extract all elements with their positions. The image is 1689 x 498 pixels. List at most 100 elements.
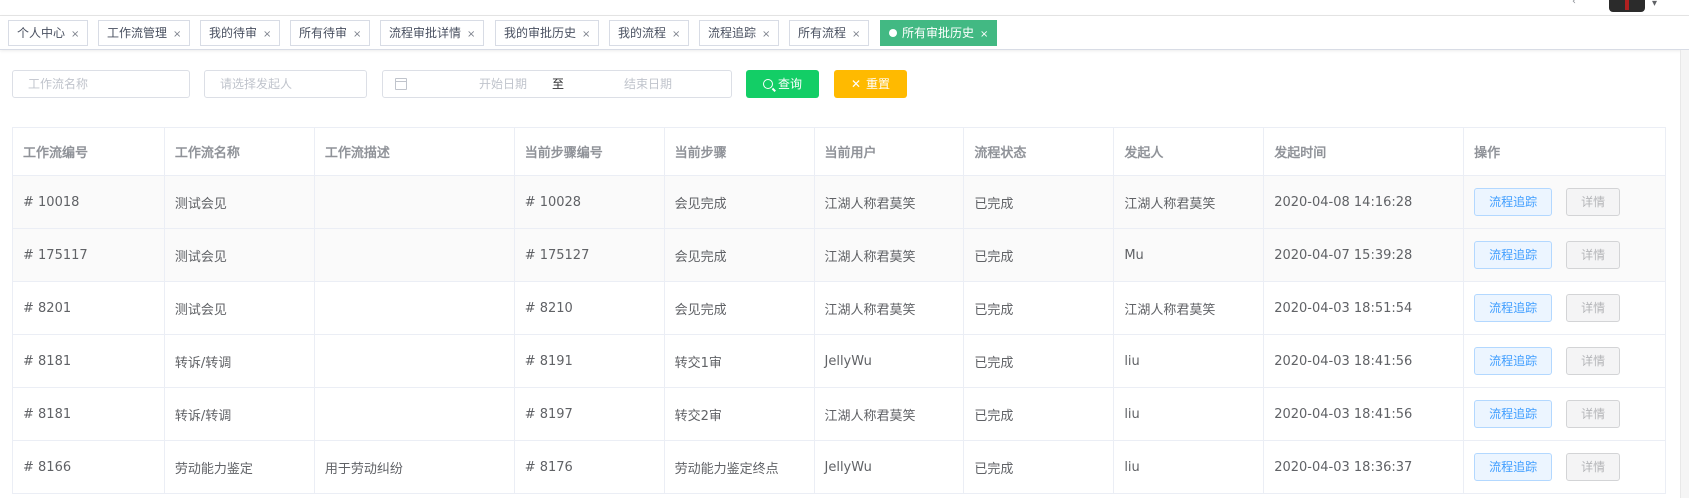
tag-label: 所有待审 bbox=[299, 26, 348, 40]
current-user-cell: 江湖人称君莫笑 bbox=[815, 388, 965, 440]
tag-label: 我的待审 bbox=[209, 26, 258, 40]
tag-label: 流程审批详情 bbox=[389, 26, 462, 40]
close-icon[interactable]: × bbox=[852, 23, 860, 47]
workflow-id-cell: # 8166 bbox=[13, 441, 165, 493]
column-header[interactable]: 工作流名称 bbox=[165, 128, 315, 175]
table-row[interactable]: # 175117 测试会见 # 175127 会见完成 江湖人称君莫笑 已完成 … bbox=[13, 229, 1666, 282]
column-header: 操作 bbox=[1464, 128, 1666, 175]
end-date-input[interactable]: 结束日期 bbox=[598, 71, 698, 97]
close-icon[interactable]: × bbox=[467, 23, 475, 47]
tag-all-pending[interactable]: 所有待审 × bbox=[290, 20, 371, 47]
close-icon[interactable]: × bbox=[353, 23, 361, 47]
navbar: ‹ ▾ bbox=[0, 0, 1689, 16]
tag-personal-center[interactable]: 个人中心 × bbox=[8, 20, 89, 47]
table-row[interactable]: # 8181 转诉/转调 # 8191 转交1审 JellyWu 已完成 liu… bbox=[13, 335, 1666, 388]
step-cell: 会见完成 bbox=[665, 176, 815, 228]
avatar[interactable] bbox=[1609, 0, 1645, 12]
actions-cell: 流程追踪 详情 bbox=[1464, 282, 1666, 334]
column-header[interactable]: 流程状态 bbox=[964, 128, 1115, 175]
step-cell: 会见完成 bbox=[665, 282, 815, 334]
tag-label: 所有流程 bbox=[798, 26, 847, 40]
column-header[interactable]: 发起时间 bbox=[1264, 128, 1465, 175]
workflow-name-cell: 测试会见 bbox=[165, 176, 315, 228]
workflow-id-cell: # 8181 bbox=[13, 388, 165, 440]
tags-view: 个人中心 × 工作流管理 × 我的待审 × 所有待审 × 流程审批详情 × 我的审批历史 ×… bbox=[0, 16, 1689, 50]
step-cell: 会见完成 bbox=[665, 229, 815, 281]
chevron-left-icon: ‹ bbox=[1572, 0, 1576, 7]
workflow-name-cell: 测试会见 bbox=[165, 282, 315, 334]
step-id-cell: # 175127 bbox=[515, 229, 665, 281]
current-user-cell: 江湖人称君莫笑 bbox=[815, 229, 965, 281]
approval-history-table: 工作流编号 工作流名称 工作流描述 当前步骤编号 当前步骤 当前用户 流程状态 … bbox=[12, 127, 1666, 494]
column-header[interactable]: 工作流描述 bbox=[315, 128, 515, 175]
tag-all-approval-history[interactable]: 所有审批历史 × bbox=[880, 20, 998, 47]
initiator-cell: liu bbox=[1114, 441, 1265, 493]
column-header[interactable]: 工作流编号 bbox=[13, 128, 165, 175]
close-icon[interactable]: × bbox=[582, 23, 590, 47]
detail-button[interactable]: 详情 bbox=[1566, 347, 1621, 375]
close-icon[interactable]: × bbox=[762, 23, 770, 47]
process-track-button[interactable]: 流程追踪 bbox=[1474, 241, 1553, 269]
column-header[interactable]: 当前步骤编号 bbox=[515, 128, 665, 175]
workflow-name-input[interactable]: 工作流名称 bbox=[12, 70, 190, 98]
tag-my-pending[interactable]: 我的待审 × bbox=[200, 20, 281, 47]
current-user-cell: JellyWu bbox=[815, 335, 965, 387]
detail-button[interactable]: 详情 bbox=[1566, 188, 1621, 216]
workflow-id-cell: # 175117 bbox=[13, 229, 165, 281]
status-cell: 已完成 bbox=[964, 229, 1115, 281]
reset-button[interactable]: ✕ 重置 bbox=[834, 70, 907, 98]
column-header[interactable]: 当前用户 bbox=[815, 128, 965, 175]
table-row[interactable]: # 8166 劳动能力鉴定 用于劳动纠纷 # 8176 劳动能力鉴定终点 Jel… bbox=[13, 441, 1666, 494]
tag-my-process[interactable]: 我的流程 × bbox=[609, 20, 690, 47]
process-track-button[interactable]: 流程追踪 bbox=[1474, 453, 1553, 481]
initiator-cell: liu bbox=[1114, 335, 1265, 387]
process-track-button[interactable]: 流程追踪 bbox=[1474, 294, 1553, 322]
initiator-cell: liu bbox=[1114, 388, 1265, 440]
workflow-name-cell: 转诉/转调 bbox=[165, 335, 315, 387]
process-track-button[interactable]: 流程追踪 bbox=[1474, 347, 1553, 375]
workflow-name-placeholder: 工作流名称 bbox=[28, 77, 89, 91]
table-row[interactable]: # 8181 转诉/转调 # 8197 转交2审 江湖人称君莫笑 已完成 liu… bbox=[13, 388, 1666, 441]
step-id-cell: # 8197 bbox=[515, 388, 665, 440]
initiator-cell: 江湖人称君莫笑 bbox=[1114, 282, 1265, 334]
search-button[interactable]: 查询 bbox=[746, 70, 819, 98]
tag-workflow-management[interactable]: 工作流管理 × bbox=[98, 20, 191, 47]
close-icon[interactable]: × bbox=[980, 23, 988, 47]
workflow-id-cell: # 8181 bbox=[13, 335, 165, 387]
detail-button[interactable]: 详情 bbox=[1566, 400, 1621, 428]
actions-cell: 流程追踪 详情 bbox=[1464, 229, 1666, 281]
tag-process-tracking[interactable]: 流程追踪 × bbox=[699, 20, 780, 47]
tag-my-approval-history[interactable]: 我的审批历史 × bbox=[495, 20, 600, 47]
detail-button[interactable]: 详情 bbox=[1566, 453, 1621, 481]
actions-cell: 流程追踪 详情 bbox=[1464, 335, 1666, 387]
workflow-desc-cell bbox=[315, 229, 515, 281]
tag-approval-detail[interactable]: 流程审批详情 × bbox=[380, 20, 485, 47]
start-date-input[interactable]: 开始日期 bbox=[453, 71, 553, 97]
workflow-desc-cell: 用于劳动纠纷 bbox=[315, 441, 515, 493]
vertical-scrollbar[interactable] bbox=[1680, 50, 1689, 498]
status-cell: 已完成 bbox=[964, 176, 1115, 228]
column-header[interactable]: 发起人 bbox=[1114, 128, 1265, 175]
close-icon[interactable]: × bbox=[263, 23, 271, 47]
start-time-cell: 2020-04-03 18:41:56 bbox=[1264, 335, 1465, 387]
start-time-cell: 2020-04-03 18:41:56 bbox=[1264, 388, 1465, 440]
table-row[interactable]: # 8201 测试会见 # 8210 会见完成 江湖人称君莫笑 已完成 江湖人称… bbox=[13, 282, 1666, 335]
detail-button[interactable]: 详情 bbox=[1566, 241, 1621, 269]
table-row[interactable]: # 10018 测试会见 # 10028 会见完成 江湖人称君莫笑 已完成 江湖… bbox=[13, 176, 1666, 229]
detail-button[interactable]: 详情 bbox=[1566, 294, 1621, 322]
close-icon[interactable]: × bbox=[71, 23, 79, 47]
initiator-select[interactable]: 请选择发起人 bbox=[204, 70, 367, 98]
workflow-desc-cell bbox=[315, 388, 515, 440]
process-track-button[interactable]: 流程追踪 bbox=[1474, 188, 1553, 216]
caret-down-icon[interactable]: ▾ bbox=[1652, 0, 1657, 9]
actions-cell: 流程追踪 详情 bbox=[1464, 441, 1666, 493]
date-range-picker[interactable]: 开始日期 至 结束日期 bbox=[382, 70, 732, 98]
tag-label: 工作流管理 bbox=[107, 26, 168, 40]
process-track-button[interactable]: 流程追踪 bbox=[1474, 400, 1553, 428]
step-id-cell: # 10028 bbox=[515, 176, 665, 228]
tag-all-processes[interactable]: 所有流程 × bbox=[789, 20, 870, 47]
tag-label: 个人中心 bbox=[17, 26, 66, 40]
close-icon[interactable]: × bbox=[173, 23, 181, 47]
close-icon[interactable]: × bbox=[672, 23, 680, 47]
column-header[interactable]: 当前步骤 bbox=[665, 128, 815, 175]
